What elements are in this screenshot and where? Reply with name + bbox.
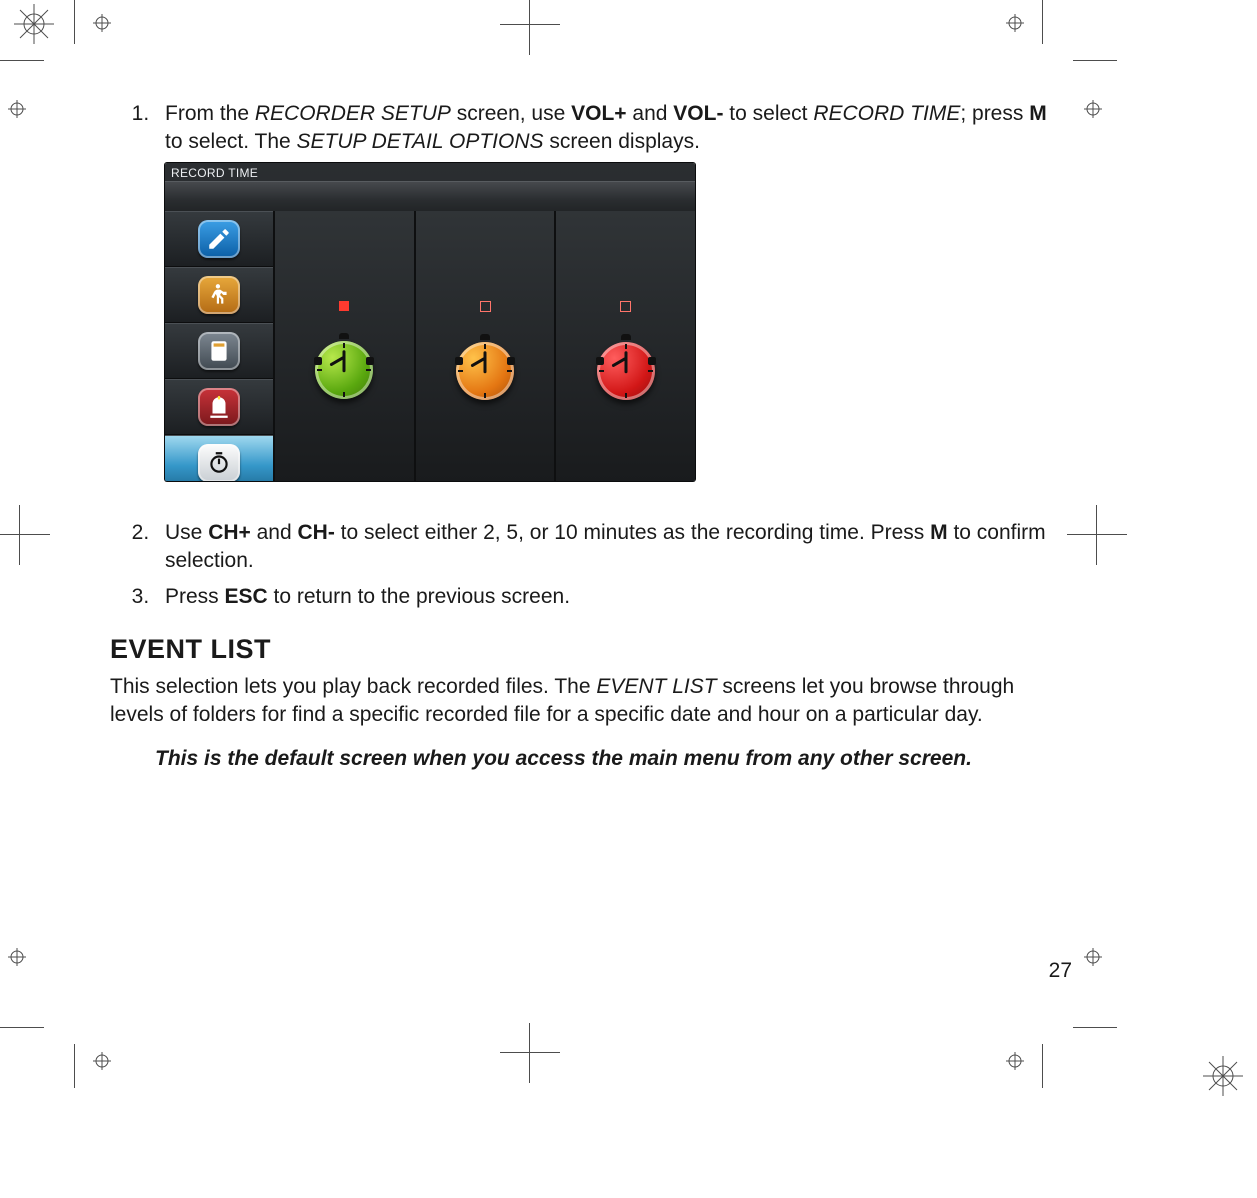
selection-marker-icon	[339, 301, 349, 311]
crop-mark-icon	[500, 0, 560, 55]
sidebar-item-record-time[interactable]	[165, 435, 273, 481]
timer-icon	[198, 444, 240, 481]
registration-mark-icon	[1006, 14, 1024, 32]
sidebar-item-storage[interactable]	[165, 323, 273, 379]
selection-marker-icon	[480, 301, 491, 312]
page-body: From the RECORDER SETUP screen, use VOL+…	[110, 100, 1060, 771]
sidebar-item-edit[interactable]	[165, 211, 273, 267]
crop-mark-icon	[74, 1044, 75, 1088]
step-2: Use CH+ and CH- to select either 2, 5, o…	[155, 519, 1060, 576]
registration-mark-icon	[1084, 100, 1102, 118]
section-paragraph: This selection lets you play back record…	[110, 673, 1060, 730]
setup-detail-screenshot: RECORD TIME	[165, 163, 695, 481]
section-heading: EVENT LIST	[110, 634, 1060, 665]
crop-mark-icon	[1042, 1044, 1043, 1088]
crop-mark-icon	[0, 60, 44, 61]
clock-orange-icon	[456, 342, 514, 400]
selection-marker-icon	[620, 301, 631, 312]
screen-header-bar	[165, 181, 695, 213]
crop-mark-icon	[0, 505, 50, 565]
crop-mark-icon	[1073, 60, 1117, 61]
registration-mark-icon	[93, 14, 111, 32]
alarm-icon	[198, 388, 240, 426]
crop-mark-icon	[1067, 505, 1127, 565]
crop-mark-icon	[1073, 1027, 1117, 1028]
storage-icon	[198, 332, 240, 370]
crop-mark-icon	[500, 1023, 560, 1083]
option-10min[interactable]	[554, 211, 695, 481]
page-number: 27	[1049, 959, 1072, 983]
motion-icon	[198, 276, 240, 314]
registration-mark-icon	[1006, 1052, 1024, 1070]
crop-mark-icon	[1042, 0, 1043, 44]
registration-mark-icon	[8, 100, 26, 118]
registration-mark-icon	[93, 1052, 111, 1070]
clock-green-icon	[315, 341, 373, 399]
registration-mark-icon	[1201, 1054, 1245, 1098]
step-1: From the RECORDER SETUP screen, use VOL+…	[155, 100, 1060, 481]
option-2min[interactable]	[273, 211, 414, 481]
step-3: Press ESC to return to the previous scre…	[155, 583, 1060, 611]
option-area	[273, 211, 695, 481]
crop-mark-icon	[0, 1027, 44, 1028]
sidebar	[165, 211, 273, 481]
instruction-list: From the RECORDER SETUP screen, use VOL+…	[110, 100, 1060, 612]
option-5min[interactable]	[414, 211, 555, 481]
sidebar-item-motion[interactable]	[165, 267, 273, 323]
registration-mark-icon	[1084, 948, 1102, 966]
edit-icon	[198, 220, 240, 258]
clock-red-icon	[597, 342, 655, 400]
screen-title: RECORD TIME	[171, 165, 258, 181]
crop-mark-icon	[74, 0, 75, 44]
registration-mark-icon	[12, 2, 56, 46]
registration-mark-icon	[8, 948, 26, 966]
section-note: This is the default screen when you acce…	[155, 747, 1060, 771]
sidebar-item-alarm[interactable]	[165, 379, 273, 435]
